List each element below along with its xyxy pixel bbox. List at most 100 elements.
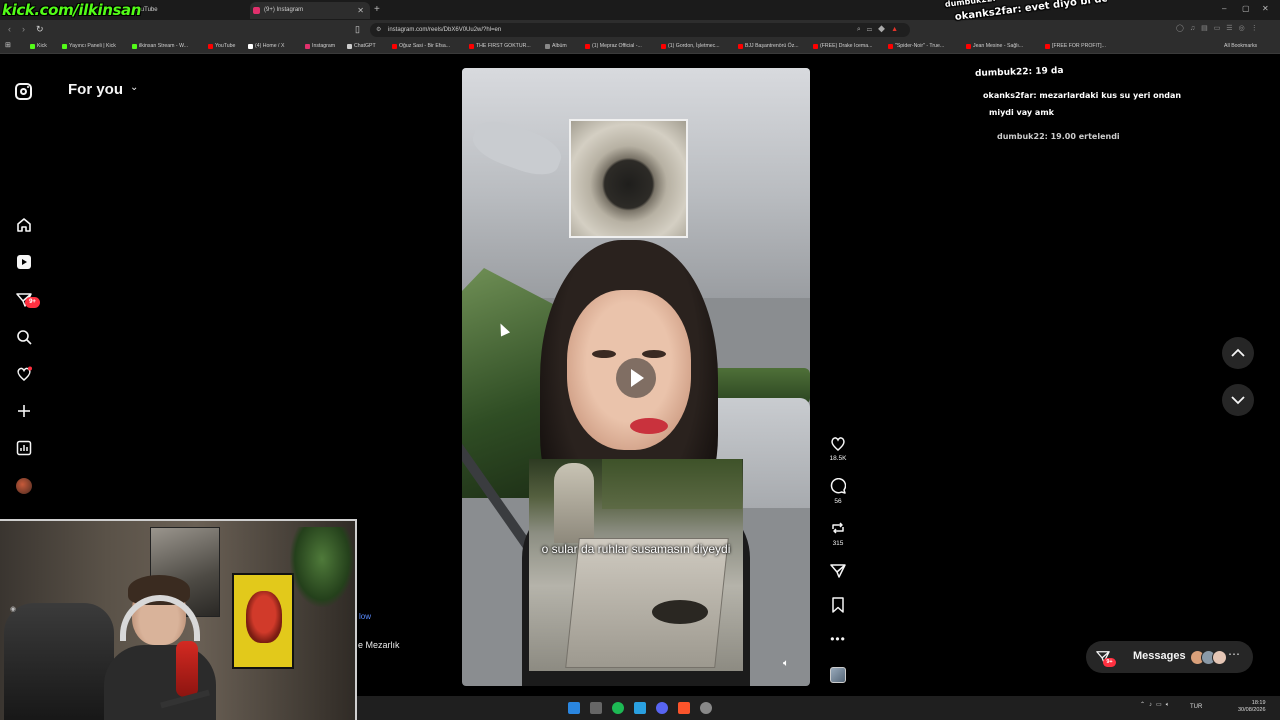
url-field[interactable]: ⚙ instagram.com/reels/DbX6V0Uu2w/?hl=en … [370,23,910,37]
dashboard-icon[interactable] [14,438,34,458]
profile-avatar-icon[interactable] [16,478,32,494]
chat-message: miydi vay amk [989,108,1054,117]
bookmark-item[interactable]: BJJ Başantrenörü Öz... [738,43,799,49]
chat-message: dumbuk22: 19 da [974,65,1064,79]
messages-count-badge: 9+ [1103,658,1116,667]
chevron-down-icon[interactable]: ⌄ [130,82,138,93]
comment-count: 56 [834,498,842,505]
brave-browser-icon[interactable] [678,702,690,714]
clock-time: 18:19 [1251,700,1266,706]
bookmark-item[interactable]: ilkinsan Stream - W... [132,43,188,49]
share-icon[interactable] [822,562,854,580]
like-count: 18.5K [829,455,847,462]
tab-label: (9+) Instagram [264,7,304,13]
more-icon[interactable]: ⋯ [1228,647,1240,661]
apps-icon[interactable]: ⊞ [5,41,11,49]
camera-icon: ◉ [10,606,17,613]
plant-image [290,527,354,607]
system-clock[interactable]: 18:19 30/08/2026 [1238,700,1266,714]
heart-icon[interactable] [822,434,854,452]
bookmark-item[interactable]: (1) Gordon, İşletmec... [661,43,720,49]
reels-icon[interactable] [14,252,34,272]
next-reel-button[interactable] [1222,384,1254,416]
system-tray-icons[interactable]: ⌃♪▭🔈︎ [1140,701,1173,709]
spotify-icon[interactable] [612,702,624,714]
microphone-image [176,641,198,697]
bookmark-item[interactable]: (1) Mepraz Official -... [585,43,642,49]
video-caption: o sular da ruhlar susamasın diyeydi [541,542,731,556]
discord-icon[interactable] [656,702,668,714]
grave-water-hole-image [652,600,708,624]
share-action[interactable] [822,562,854,580]
messages-badge: 9+ [25,297,40,308]
screen: YouTube (9+) Instagram ✕ + – ▢ ✕ ‹ › ↻ ▯… [0,0,1280,720]
bookmark-item[interactable]: Oğuz Sasi - Bir Efsa... [392,43,450,49]
telegram-icon[interactable] [634,702,646,714]
messages-button[interactable]: 9+ Messages ⋯ [1086,641,1253,673]
webcam-overlay: ◉ [0,519,357,720]
instagram-favicon-icon [253,7,260,14]
grave-hole-inset-image [569,119,688,238]
bookmark-icon[interactable] [822,596,854,614]
repost-action[interactable]: 315 [822,519,854,547]
new-tab-button[interactable]: + [374,4,380,15]
play-icon[interactable] [616,358,656,398]
eye-image [642,350,666,358]
messages-label: Messages [1133,650,1186,662]
site-info-icon[interactable]: ⚙ [376,23,381,37]
stream-channel-title: kick.com/ilkinsan [2,1,141,19]
url-action-icons[interactable]: ⌕▭◆▲ [857,23,904,37]
previous-reel-button[interactable] [1222,337,1254,369]
bookmark-item[interactable]: YouTube [208,43,235,49]
create-icon[interactable] [14,401,34,421]
bookmark-item[interactable]: ChatGPT [347,43,376,49]
back-icon[interactable]: ‹ [8,24,11,34]
language-indicator[interactable]: TUR [1190,704,1202,710]
gravestone-image [554,463,594,543]
url-text: instagram.com/reels/DbX6V0Uu2w/?hl=en [388,27,502,33]
like-action[interactable]: 18.5K [822,434,854,462]
more-options-action[interactable]: ••• [822,630,854,648]
bookmark-item[interactable]: "Spider-Noir" - True... [888,43,944,49]
bookmark-item[interactable]: Kick [30,43,47,49]
gaming-chair-image [4,603,114,720]
bookmark-item[interactable]: Yayıncı Paneli | Kick [62,43,116,49]
windows-start-icon[interactable] [568,702,580,714]
audio-track-label[interactable]: e Mezarlık [358,640,400,650]
cemetery-trees-image [602,459,742,509]
tab-instagram[interactable]: (9+) Instagram ✕ [250,2,370,19]
bookmark-item[interactable]: Albüm [545,43,567,49]
forward-icon[interactable]: › [22,24,25,34]
repost-icon[interactable] [822,519,854,537]
bookmark-item[interactable]: Instagram [305,43,335,49]
bookmark-item[interactable]: (FREE) Drake Icema... [813,43,872,49]
reload-icon[interactable]: ↻ [36,24,44,35]
search-icon[interactable] [14,327,34,347]
reel-video[interactable]: o sular da ruhlar susamasın diyeydi 🔈︎ [462,68,810,686]
feed-selector[interactable]: For you [68,81,123,98]
chat-message: okanks2far: mezarlardaki kus su yeri ond… [983,91,1182,100]
follow-link[interactable]: low [359,612,371,621]
comment-icon[interactable] [822,477,854,495]
comment-action[interactable]: 56 [822,477,854,505]
bookmark-item[interactable]: THE FIRST GOKTUR... [469,43,531,49]
instagram-logo-icon[interactable] [15,83,32,100]
volume-icon[interactable]: 🔈︎ [783,658,789,669]
chevron-up-icon [1231,348,1245,357]
home-icon[interactable] [14,215,34,235]
settings-icon[interactable] [700,702,712,714]
bookmark-page-icon[interactable]: ▯ [355,24,360,35]
chevron-down-icon [1231,396,1245,405]
lips-image [630,418,668,434]
notifications-heart-icon[interactable] [14,364,34,384]
more-options-icon[interactable]: ••• [822,630,854,648]
task-view-icon[interactable] [590,702,602,714]
bookmark-item[interactable]: (4) Home / X [248,43,284,49]
close-tab-icon[interactable]: ✕ [357,2,364,19]
audio-thumbnail[interactable] [830,667,846,683]
clock-date: 30/08/2026 [1238,707,1266,713]
chat-message: dumbuk22: 19.00 ertelendi [997,132,1120,141]
eye-image [592,350,616,358]
stream-chat-overlay: dumbuk22: okanks2far: evet diyo bi dc du… [940,0,1280,150]
save-action[interactable] [822,596,854,614]
